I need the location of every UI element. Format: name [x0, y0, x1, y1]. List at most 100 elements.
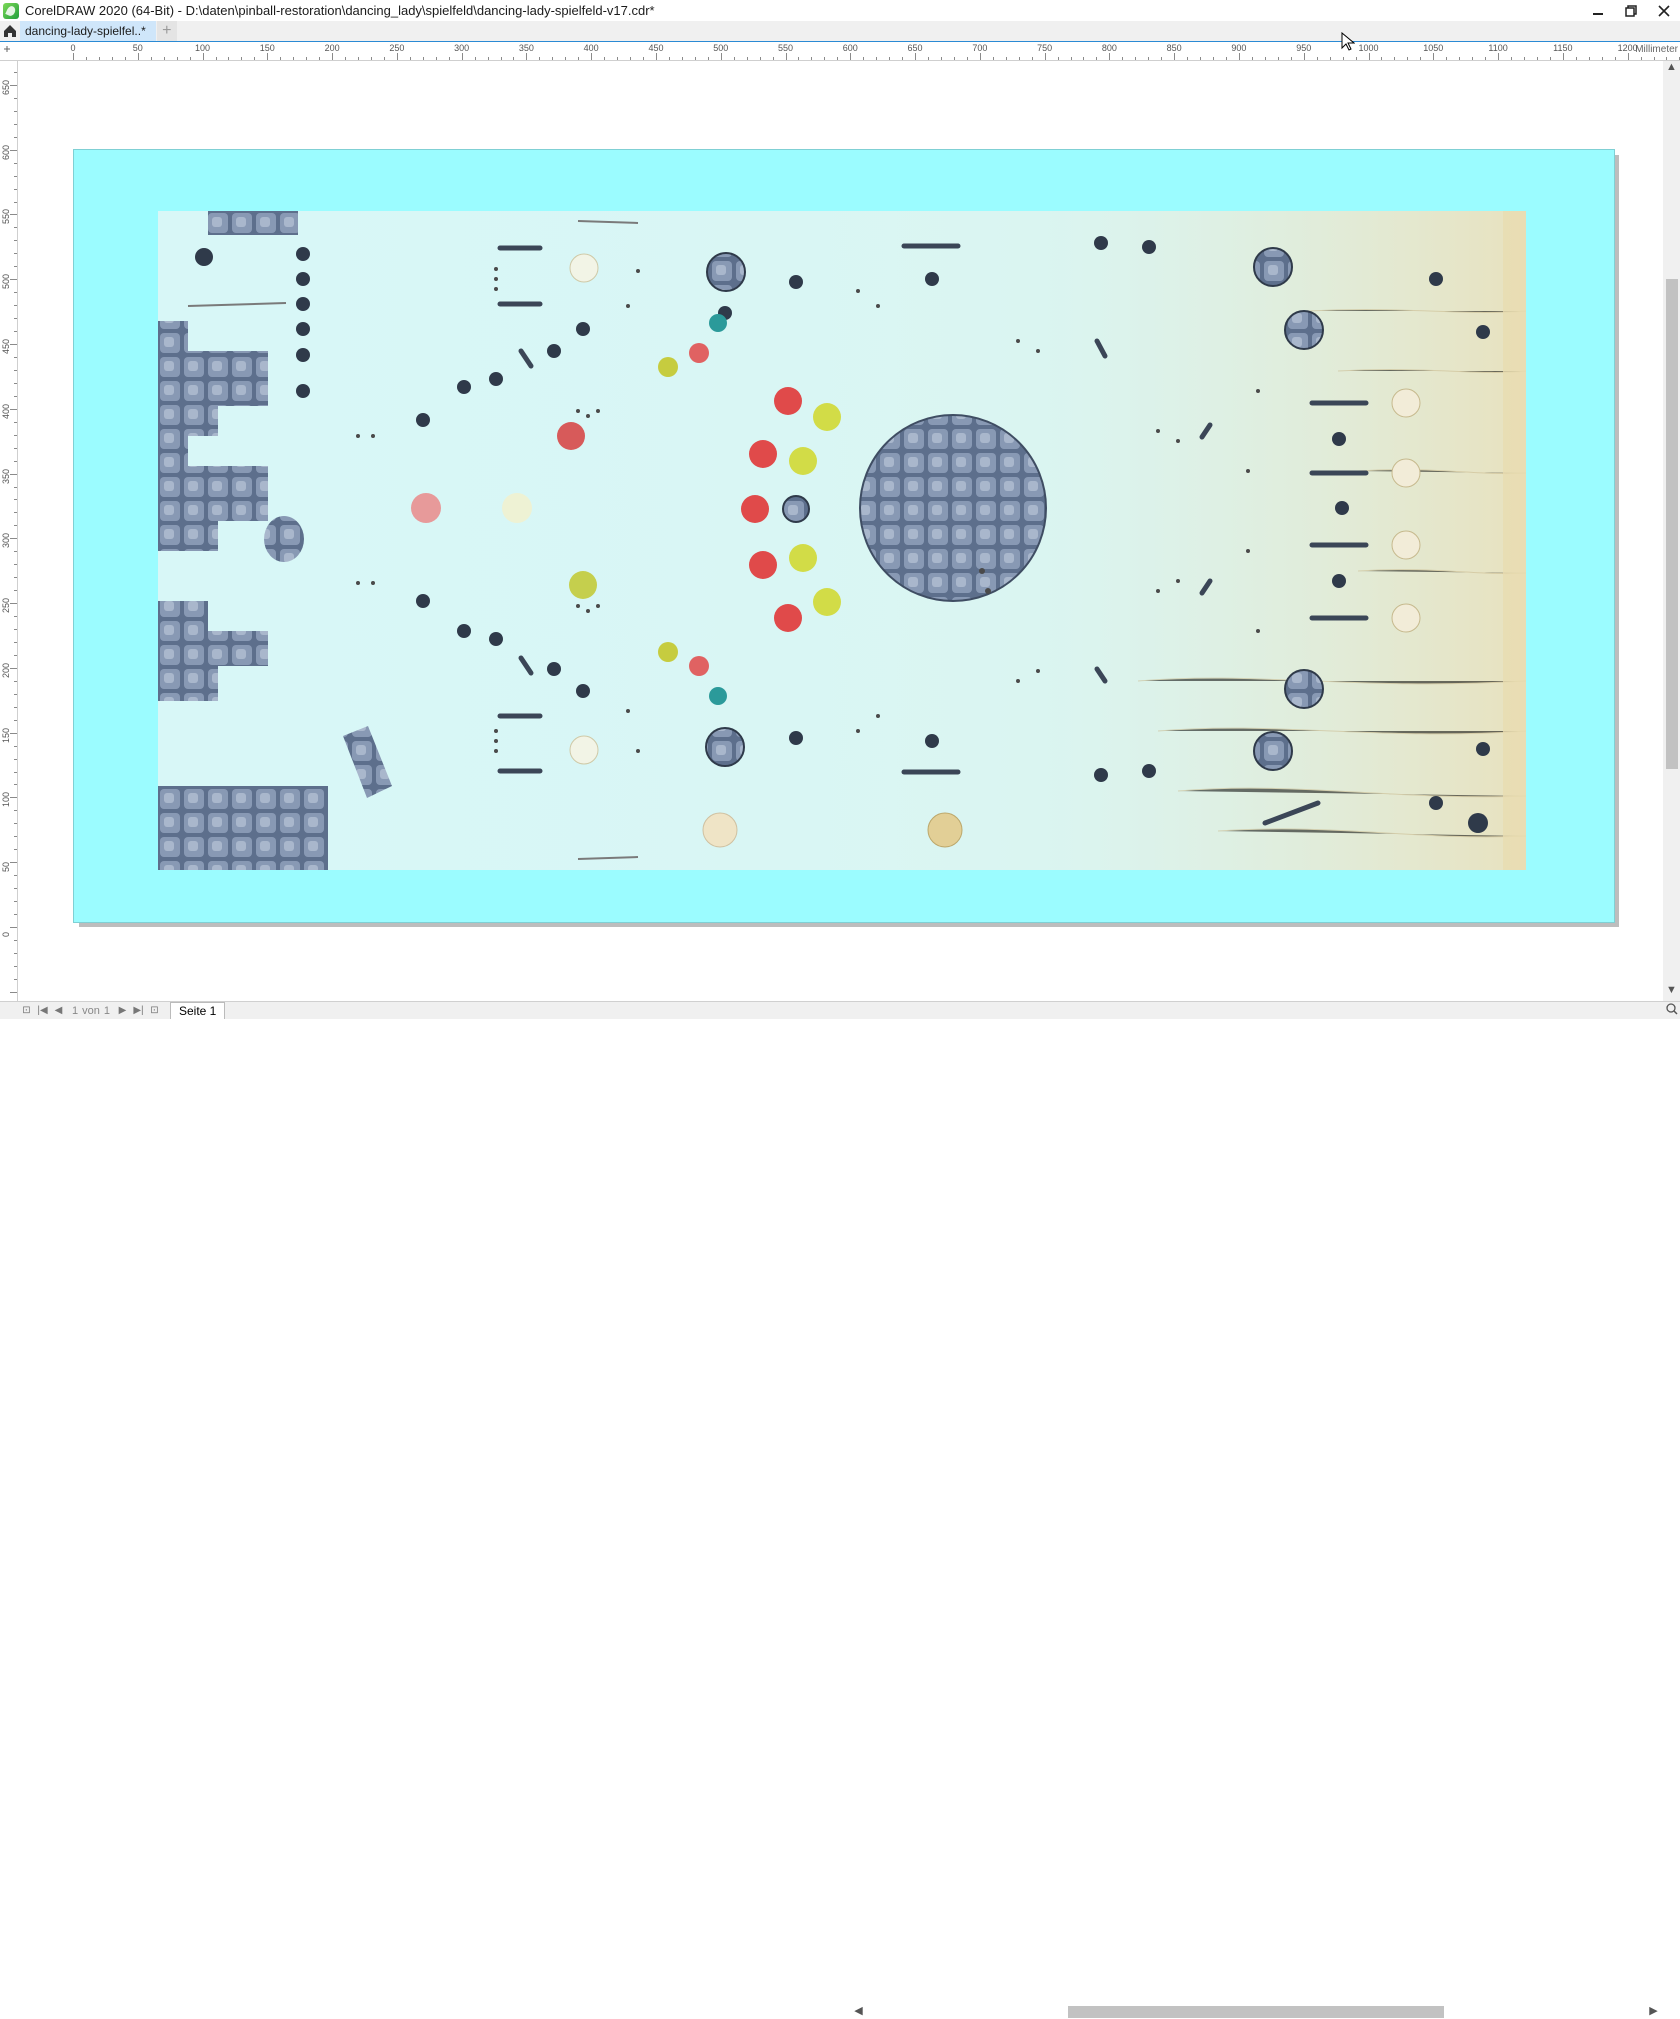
horizontal-ruler[interactable]: Millimeter 0 50 100 150 200 250 300 350 400 450 50…: [18, 42, 1680, 61]
ruler-tick: [14, 849, 17, 851]
ruler-tick-label: 500: [713, 43, 729, 53]
ruler-tick: [14, 965, 17, 967]
ruler-tick: [14, 810, 17, 812]
add-page-before-icon[interactable]: ⊡: [20, 1004, 33, 1017]
ruler-tick: [14, 551, 17, 553]
previous-page-icon[interactable]: ◀: [52, 1004, 65, 1017]
ruler-tick: [111, 57, 113, 60]
close-button[interactable]: [1647, 0, 1680, 21]
ruler-tick: [14, 784, 17, 786]
ruler-tick: [1446, 57, 1448, 60]
vertical-ruler[interactable]: 650 600 550 500 450 400 350 300 250 200 150 100 50 0: [0, 61, 18, 1001]
ruler-tick: [1187, 57, 1189, 60]
scroll-right-icon[interactable]: ▶: [1645, 2004, 1662, 2017]
ruler-tick: [1161, 57, 1163, 60]
ruler-tick-label: 800: [1101, 43, 1117, 53]
ruler-origin-icon: [4, 46, 10, 52]
ruler-tick: [824, 57, 826, 60]
ruler-tick: [1018, 57, 1020, 60]
ruler-tick: [953, 57, 955, 60]
ruler-tick-label: 300: [454, 43, 470, 53]
ruler-tick: [14, 875, 17, 877]
new-tab-button[interactable]: +: [156, 21, 177, 41]
ruler-tick: [681, 57, 683, 60]
ruler-tick: [14, 914, 17, 916]
ruler-tick: [1225, 57, 1227, 60]
window-title: CorelDRAW 2020 (64-Bit) - D:\daten\pinba…: [25, 3, 655, 18]
ruler-tick: [383, 57, 385, 60]
pinball-playfield-image[interactable]: [158, 211, 1526, 870]
vertical-scroll-thumb[interactable]: [1666, 279, 1678, 769]
ruler-tick-label: 950: [1296, 43, 1312, 53]
ruler-tick: [863, 57, 865, 60]
ruler-tick: [14, 162, 17, 164]
ruler-tick: [14, 123, 17, 125]
next-page-icon[interactable]: ▶: [116, 1004, 129, 1017]
document-tab[interactable]: dancing-lady-spielfel..*: [20, 21, 156, 41]
page-tab-seite-1[interactable]: Seite 1: [170, 1002, 226, 1019]
window-controls: [1581, 0, 1680, 21]
horizontal-scroll-thumb[interactable]: [1068, 2006, 1444, 2018]
ruler-tick: [1342, 57, 1344, 60]
ruler-tick-label: 1050: [1423, 43, 1444, 53]
ruler-tick: [409, 57, 411, 60]
scroll-down-icon[interactable]: ▼: [1663, 984, 1680, 996]
ruler-origin-corner[interactable]: [0, 42, 19, 61]
ruler-tick-label: 450: [1, 338, 11, 355]
ruler-tick: [630, 57, 632, 60]
ruler-tick: [798, 57, 800, 60]
ruler-tick: [1200, 57, 1202, 60]
ruler-tick: [1523, 57, 1525, 60]
ruler-tick: [889, 57, 891, 60]
ruler-tick: [966, 57, 968, 60]
ruler-tick: [14, 629, 17, 631]
horizontal-scrollbar[interactable]: ◀ ▶: [850, 2004, 1662, 2019]
ruler-tick: [358, 57, 359, 60]
ruler-tick-label: 100: [1, 792, 11, 808]
ruler-tick: [591, 53, 593, 60]
ruler-tick: [280, 57, 282, 60]
ruler-tick-label: 700: [972, 43, 988, 53]
ruler-tick: [1549, 57, 1551, 60]
scroll-up-icon[interactable]: ▲: [1663, 61, 1680, 73]
ruler-tick: [1420, 57, 1422, 60]
ruler-tick: [14, 616, 17, 618]
ruler-tick: [189, 57, 191, 60]
ruler-tick: [215, 57, 217, 60]
restore-icon: [1624, 4, 1637, 17]
ruler-tick-label: 350: [518, 43, 534, 53]
home-button[interactable]: [0, 21, 20, 41]
ruler-tick-label: 0: [70, 43, 76, 53]
ruler-tick: [14, 577, 17, 579]
ruler-tick-label: 200: [324, 43, 340, 53]
ruler-tick: [733, 57, 735, 60]
ruler-tick-label: 400: [583, 43, 599, 53]
ruler-tick: [14, 110, 17, 112]
ruler-tick: [10, 667, 17, 669]
ruler-tick: [1588, 57, 1590, 60]
scroll-left-icon[interactable]: ◀: [850, 2004, 867, 2017]
ruler-tick: [10, 408, 17, 410]
first-page-icon[interactable]: |◀: [36, 1004, 49, 1017]
zoom-icon[interactable]: [1666, 1003, 1678, 1018]
ruler-tick: [785, 53, 787, 60]
drawing-canvas[interactable]: [18, 61, 1663, 1001]
ruler-tick: [163, 57, 165, 60]
ruler-tick: [14, 499, 17, 501]
ruler-tick: [1109, 53, 1111, 60]
ruler-tick: [694, 57, 696, 60]
ruler-tick-label: 1000: [1358, 43, 1379, 53]
last-page-icon[interactable]: ▶|: [132, 1004, 145, 1017]
restore-button[interactable]: [1614, 0, 1647, 21]
ruler-tick: [176, 57, 178, 60]
ruler-tick: [10, 84, 17, 86]
add-page-after-icon[interactable]: ⊡: [148, 1004, 161, 1017]
ruler-tick-label: 250: [389, 43, 405, 53]
ruler-tick: [1653, 57, 1655, 60]
ruler-tick: [1640, 57, 1642, 60]
ruler-tick: [202, 53, 204, 60]
vertical-scrollbar[interactable]: ▲ ▼: [1663, 61, 1680, 1001]
ruler-tick: [98, 57, 100, 60]
minimize-button[interactable]: [1581, 0, 1614, 21]
ruler-tick: [1213, 57, 1215, 60]
